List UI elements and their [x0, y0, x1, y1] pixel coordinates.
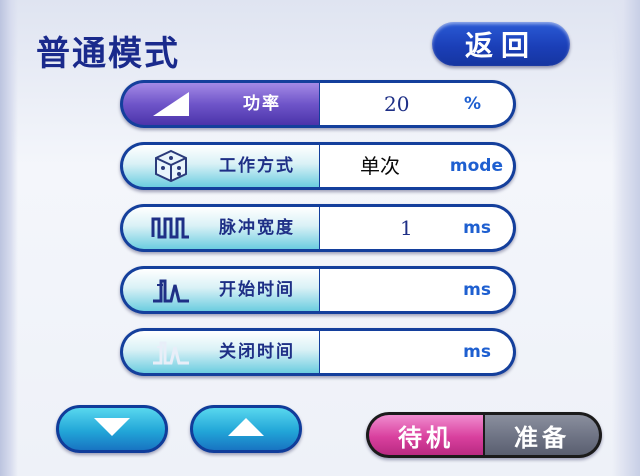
cube-icon — [151, 149, 191, 183]
standby-ready-switch: 待机 准备 — [366, 412, 602, 458]
power-label: 功率 — [243, 94, 281, 114]
work-mode-row: 工作方式 单次 mode — [120, 142, 516, 190]
stop-time-label: 关闭时间 — [219, 342, 295, 362]
pulse-width-row: 脉冲宽度 1 ms — [120, 204, 516, 252]
pulse-wave-icon — [151, 211, 191, 245]
scroll-up-button[interactable] — [190, 405, 302, 453]
start-time-label: 开始时间 — [219, 280, 295, 300]
stop-time-unit: ms — [463, 342, 491, 362]
work-mode-unit: mode — [449, 156, 503, 176]
work-mode-value-field[interactable]: 单次 mode — [320, 145, 513, 187]
pulse-width-unit: ms — [463, 218, 491, 238]
stop-time-label-button[interactable]: 关闭时间 — [123, 331, 319, 373]
arrow-up-icon — [226, 416, 266, 442]
start-time-icon — [151, 273, 191, 307]
standby-button[interactable]: 待机 — [369, 415, 483, 455]
power-unit: % — [463, 94, 481, 114]
start-time-value-field[interactable]: ms — [320, 269, 513, 311]
work-mode-value: 单次 — [360, 154, 400, 178]
work-mode-label: 工作方式 — [219, 156, 295, 176]
arrow-down-icon — [92, 416, 132, 442]
ready-button[interactable]: 准备 — [485, 415, 599, 455]
start-time-label-button[interactable]: 开始时间 — [123, 269, 319, 311]
work-mode-label-button[interactable]: 工作方式 — [123, 145, 319, 187]
page-title: 普通模式 — [36, 34, 180, 74]
stop-time-row: 关闭时间 ms — [120, 328, 516, 376]
start-time-row: 开始时间 ms — [120, 266, 516, 314]
power-value: 20 — [384, 92, 410, 116]
scroll-down-button[interactable] — [56, 405, 168, 453]
start-time-unit: ms — [463, 280, 491, 300]
ramp-icon — [151, 87, 191, 121]
pulse-width-label: 脉冲宽度 — [219, 218, 295, 238]
pulse-width-value-field[interactable]: 1 ms — [320, 207, 513, 249]
stop-time-value-field[interactable]: ms — [320, 331, 513, 373]
pulse-width-value: 1 — [400, 216, 413, 240]
stop-time-icon — [151, 335, 191, 369]
power-value-field[interactable]: 20 % — [320, 83, 513, 125]
pulse-width-label-button[interactable]: 脉冲宽度 — [123, 207, 319, 249]
power-label-button[interactable]: 功率 — [123, 83, 319, 125]
back-button[interactable]: 返回 — [432, 22, 570, 66]
power-row: 功率 20 % — [120, 80, 516, 128]
